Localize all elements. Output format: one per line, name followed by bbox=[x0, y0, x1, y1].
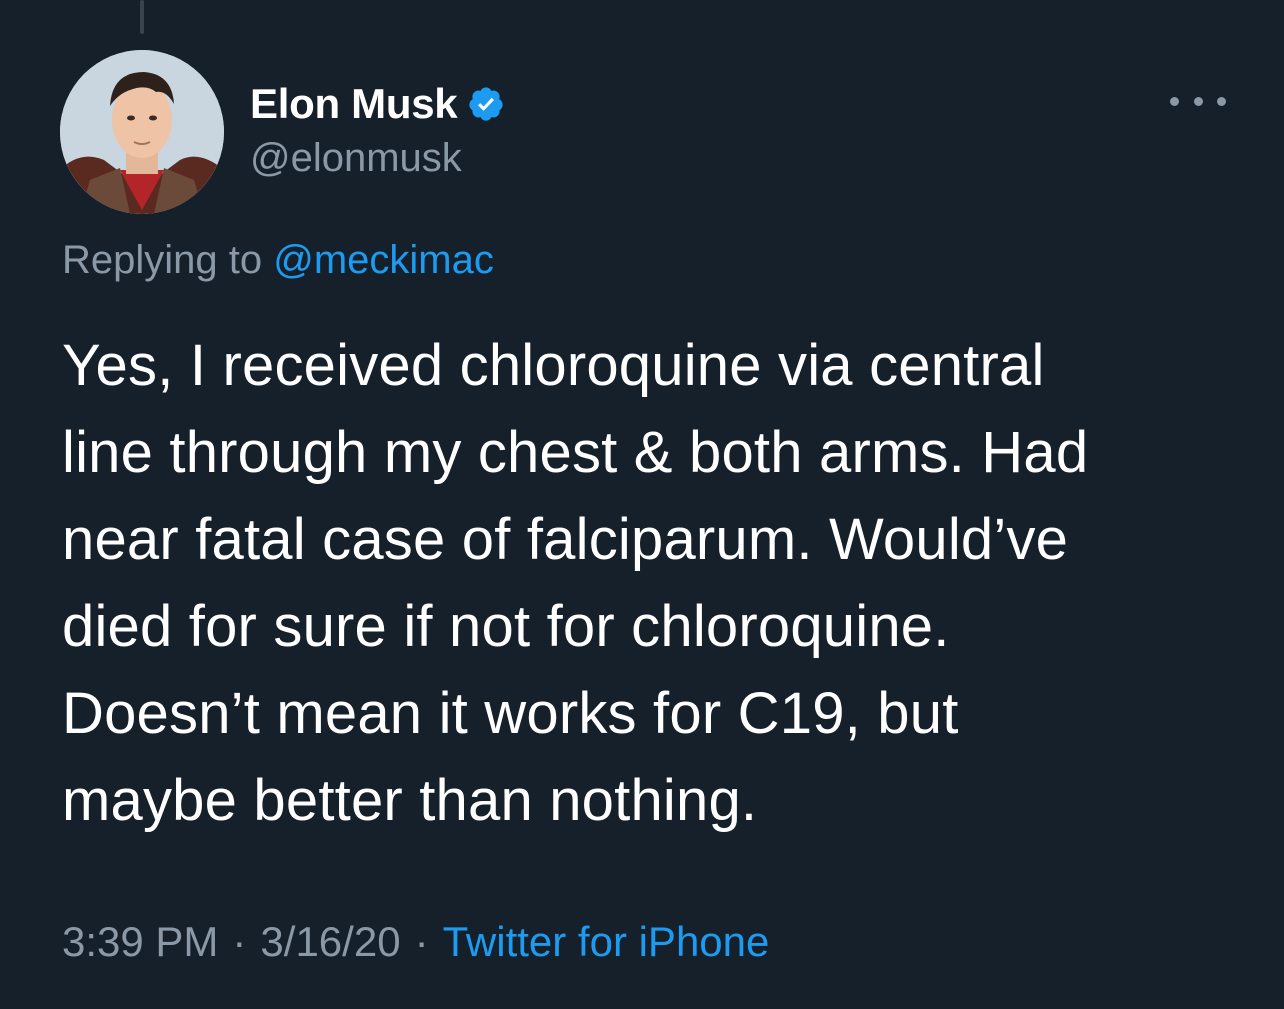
tweet-text-line: near fatal case of falciparum. Would’ve bbox=[62, 507, 1069, 572]
reply-mention-link[interactable]: @meckimac bbox=[273, 238, 494, 282]
more-options-button[interactable] bbox=[1170, 86, 1226, 116]
author-display-name[interactable]: Elon Musk bbox=[250, 80, 458, 128]
replying-to-line: Replying to @meckimac bbox=[62, 238, 494, 283]
avatar-photo-icon bbox=[60, 50, 224, 214]
tweet-text-line: Doesn’t mean it works for C19, but bbox=[62, 681, 959, 746]
tweet-text-line: line through my chest & both arms. Had bbox=[62, 420, 1089, 485]
meta-separator: · bbox=[414, 918, 429, 965]
more-dot-icon bbox=[1170, 96, 1179, 106]
author-name-row[interactable]: Elon Musk bbox=[250, 76, 505, 132]
tweet-date[interactable]: 3/16/20 bbox=[260, 918, 400, 965]
tweet-source-link[interactable]: Twitter for iPhone bbox=[443, 918, 770, 965]
verified-badge-icon bbox=[467, 85, 505, 123]
avatar[interactable] bbox=[60, 50, 224, 214]
tweet-time[interactable]: 3:39 PM bbox=[62, 918, 218, 965]
tweet-text-line: died for sure if not for chloroquine. bbox=[62, 594, 950, 659]
thread-connector-line bbox=[140, 0, 144, 34]
tweet-text-line: maybe better than nothing. bbox=[62, 768, 758, 833]
replying-to-label: Replying to bbox=[62, 238, 263, 282]
meta-separator: · bbox=[232, 918, 247, 965]
tweet-text-line: Yes, I received chloroquine via central bbox=[62, 333, 1045, 398]
more-dot-icon bbox=[1217, 96, 1226, 106]
tweet-text: Yes, I received chloroquine via central … bbox=[62, 322, 1252, 844]
tweet-metadata: 3:39 PM · 3/16/20 · Twitter for iPhone bbox=[62, 918, 769, 966]
author-handle[interactable]: @elonmusk bbox=[250, 136, 462, 181]
more-dot-icon bbox=[1193, 96, 1203, 106]
